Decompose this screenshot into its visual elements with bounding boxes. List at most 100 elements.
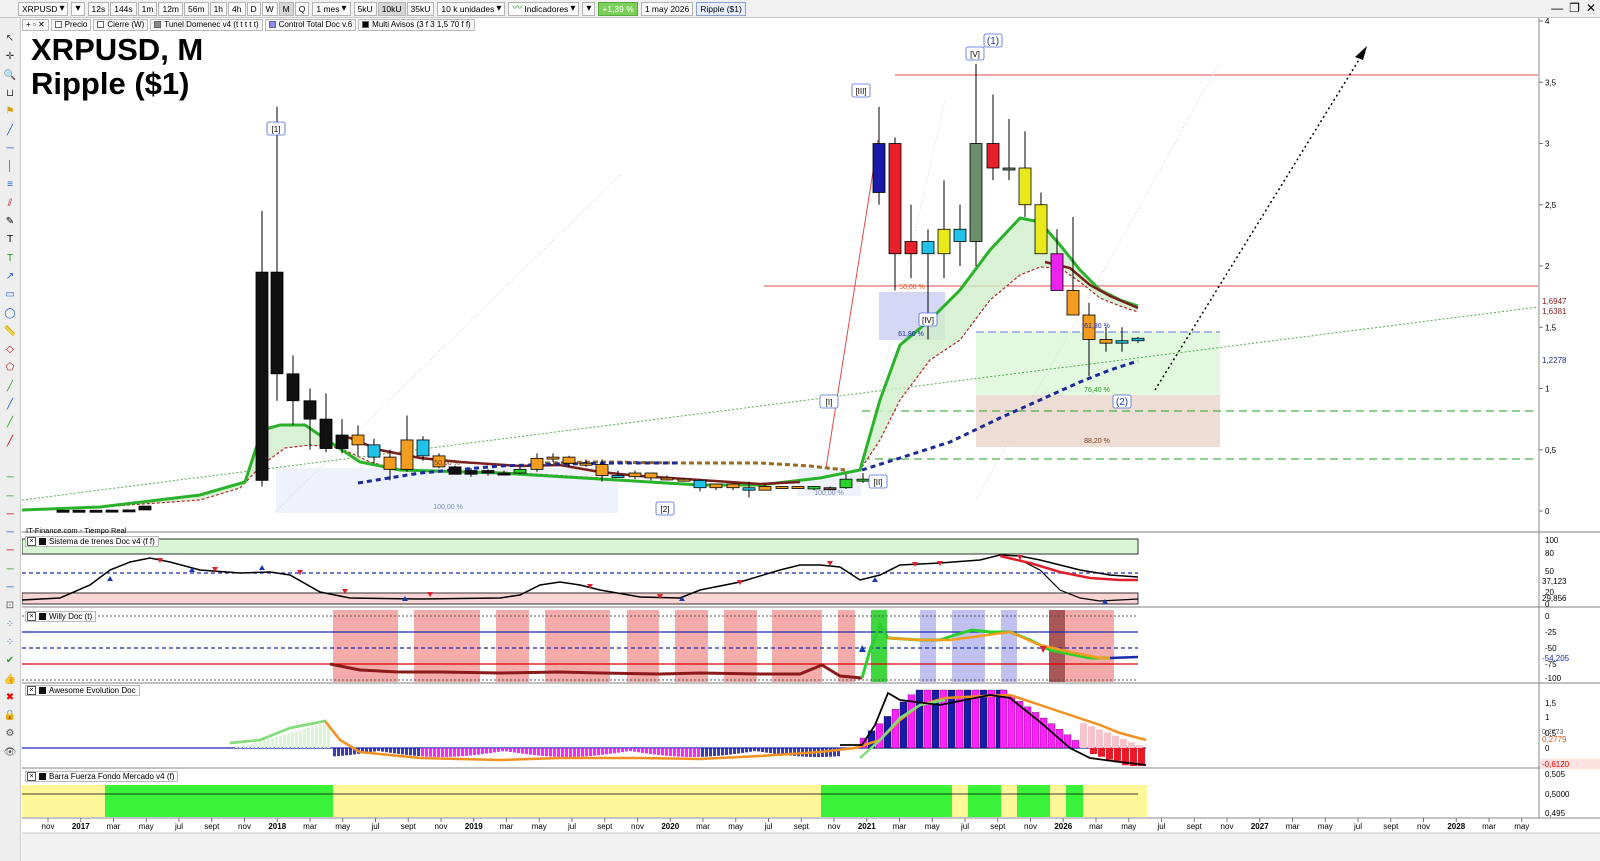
timeframe-1m-button[interactable]: 1m bbox=[137, 1, 158, 16]
line-green-icon[interactable]: ╱ bbox=[3, 380, 17, 394]
timeframe-56m-button[interactable]: 56m bbox=[184, 1, 209, 16]
awesome-bar bbox=[979, 689, 988, 749]
shape-icon[interactable]: ◇ bbox=[3, 343, 17, 357]
awesome-bar bbox=[769, 748, 772, 754]
channel-icon[interactable]: ⫽ bbox=[3, 197, 17, 211]
alert-icon[interactable]: ⚑ bbox=[3, 105, 17, 119]
settings-icon[interactable]: ⚙ bbox=[3, 727, 17, 741]
timeframe-W-button[interactable]: W bbox=[261, 1, 278, 16]
minimize-icon[interactable]: — bbox=[1551, 1, 1563, 16]
units-selector[interactable]: 10 k unidades ▾ bbox=[437, 1, 506, 16]
timeframe-D-button[interactable]: D bbox=[246, 1, 261, 16]
arrow-icon[interactable]: ↗ bbox=[3, 270, 17, 284]
bar-type-10kU-button[interactable]: 10kU bbox=[377, 1, 406, 16]
ray5-icon[interactable]: ─ bbox=[3, 544, 17, 558]
legend-controls[interactable]: + ▫ ✕ bbox=[22, 18, 49, 31]
delete-icon[interactable]: ✖ bbox=[3, 691, 17, 705]
timeframe-4h-button[interactable]: 4h bbox=[228, 1, 246, 16]
time-tick-label: may bbox=[1121, 822, 1136, 831]
vertical-line-icon[interactable]: │ bbox=[3, 160, 17, 174]
ellipse-icon[interactable]: ◯ bbox=[3, 307, 17, 321]
measure-icon[interactable]: ⊡ bbox=[3, 599, 17, 613]
line-green2-icon[interactable]: ╱ bbox=[3, 416, 17, 430]
period-selector[interactable]: 1 mes ▾ bbox=[312, 1, 351, 16]
magnet-icon[interactable]: ⊔ bbox=[3, 87, 17, 101]
awesome-bar bbox=[605, 748, 608, 755]
legend-item[interactable]: Multi Avisos (3 f 3 1,5 70 f f) bbox=[358, 18, 475, 31]
awesome-bar bbox=[829, 748, 832, 757]
willy-axis-label: -25 bbox=[1545, 628, 1557, 637]
timeframe-12m-button[interactable]: 12m bbox=[158, 1, 184, 16]
bar-type-5kU-button[interactable]: 5kU bbox=[353, 1, 377, 16]
symbol-selector[interactable]: XRPUSD ▾ bbox=[18, 1, 69, 16]
legend-item[interactable]: Precio bbox=[50, 18, 92, 31]
awesome-bar bbox=[713, 748, 716, 757]
rectangle-icon[interactable]: ▭ bbox=[3, 288, 17, 302]
cursor-icon[interactable]: ↖ bbox=[3, 32, 17, 46]
line-blue-icon[interactable]: ╱ bbox=[3, 398, 17, 412]
time-tick-label: sept bbox=[597, 822, 613, 831]
candle-body bbox=[56, 509, 70, 513]
ruler-icon[interactable]: 📏 bbox=[3, 325, 17, 339]
legend-item[interactable]: Tunel Domenec v4 (t t t t t) bbox=[150, 18, 263, 31]
ray3-icon[interactable]: ─ bbox=[3, 508, 17, 522]
candle-body bbox=[367, 444, 381, 458]
close-panel-icon[interactable]: × bbox=[27, 612, 36, 621]
awesome-bar bbox=[557, 748, 560, 757]
close-panel-icon[interactable]: × bbox=[27, 686, 36, 695]
symbol-options-button[interactable]: ▾ bbox=[71, 1, 85, 16]
pattern-icon[interactable]: ⁘ bbox=[3, 618, 17, 632]
candle-body bbox=[1099, 339, 1113, 344]
ray4-icon[interactable]: ─ bbox=[3, 526, 17, 540]
awesome-bar bbox=[621, 748, 624, 753]
timeframe-Q-button[interactable]: Q bbox=[294, 1, 310, 16]
line-red-icon[interactable]: ╱ bbox=[3, 435, 17, 449]
pen-icon[interactable]: ✎ bbox=[3, 215, 17, 229]
trenes-value-label: 37,123 bbox=[1542, 577, 1567, 586]
awesome-bar bbox=[955, 689, 964, 749]
awesome-bar bbox=[493, 748, 496, 753]
legend-item[interactable]: Control Total Doc v.6 bbox=[264, 18, 357, 31]
crosshair-icon[interactable]: ✛ bbox=[3, 50, 17, 64]
zoom-icon[interactable]: 🔍 bbox=[3, 69, 17, 83]
timeframe-1h-button[interactable]: 1h bbox=[209, 1, 228, 16]
legend-item[interactable]: Cierre (W) bbox=[93, 18, 149, 31]
legend-label: Precio bbox=[64, 19, 88, 29]
awesome-bar bbox=[541, 748, 544, 756]
check-icon[interactable]: ✔ bbox=[3, 654, 17, 668]
bar-type-35kU-button[interactable]: 35kU bbox=[406, 1, 435, 16]
awesome-bar bbox=[263, 740, 266, 748]
candle-body bbox=[579, 462, 593, 466]
close-panel-icon[interactable]: × bbox=[27, 772, 36, 781]
polygon-icon[interactable]: ⬠ bbox=[3, 361, 17, 375]
fibonacci-icon[interactable]: ≡ bbox=[3, 178, 17, 192]
timeframe-12s-button[interactable]: 12s bbox=[87, 1, 110, 16]
ray-icon[interactable]: ─ bbox=[3, 471, 17, 485]
ray7-icon[interactable]: ─ bbox=[3, 581, 17, 595]
timeframe-M-button[interactable]: M bbox=[278, 1, 294, 16]
time-tick-label: may bbox=[925, 822, 940, 831]
trendline-icon[interactable]: ╱ bbox=[3, 124, 17, 138]
timeframe-144s-button[interactable]: 144s bbox=[110, 1, 137, 16]
chart-area[interactable]: 4 3,5 3 2,5 2 1,5 1 0,5 0 1,6947 1,6381 1,2278 [1] [2… bbox=[0, 17, 1600, 861]
horizontal-line-icon[interactable]: ─ bbox=[3, 142, 17, 156]
close-panel-icon[interactable]: × bbox=[27, 537, 36, 546]
close-icon[interactable]: ✕ bbox=[1586, 1, 1596, 16]
awesome-bar bbox=[477, 748, 480, 755]
eye-icon[interactable]: 👁 bbox=[3, 746, 17, 760]
lock-icon[interactable]: 🔒 bbox=[3, 709, 17, 723]
thumb-icon[interactable]: 👍 bbox=[3, 673, 17, 687]
ray6-icon[interactable]: ─ bbox=[3, 563, 17, 577]
restore-icon[interactable]: ❐ bbox=[1569, 1, 1580, 16]
chart-svg[interactable]: 4 3,5 3 2,5 2 1,5 1 0,5 0 1,69471,6381 1,2278 [1] [2… bbox=[0, 17, 1600, 861]
text-box-icon[interactable]: T bbox=[3, 252, 17, 266]
pattern2-icon[interactable]: ⁘ bbox=[3, 636, 17, 650]
wave-label: [III] bbox=[855, 87, 866, 96]
candle-body bbox=[303, 400, 317, 420]
ray2-icon[interactable]: ─ bbox=[3, 490, 17, 504]
time-tick-label: sept bbox=[401, 822, 417, 831]
text-icon[interactable]: T bbox=[3, 233, 17, 247]
indicators-options-button[interactable]: ▾ bbox=[582, 1, 596, 16]
wave-label: [IV] bbox=[922, 316, 934, 325]
indicators-button[interactable]: 〰 Indicadores ▾ bbox=[508, 1, 580, 16]
